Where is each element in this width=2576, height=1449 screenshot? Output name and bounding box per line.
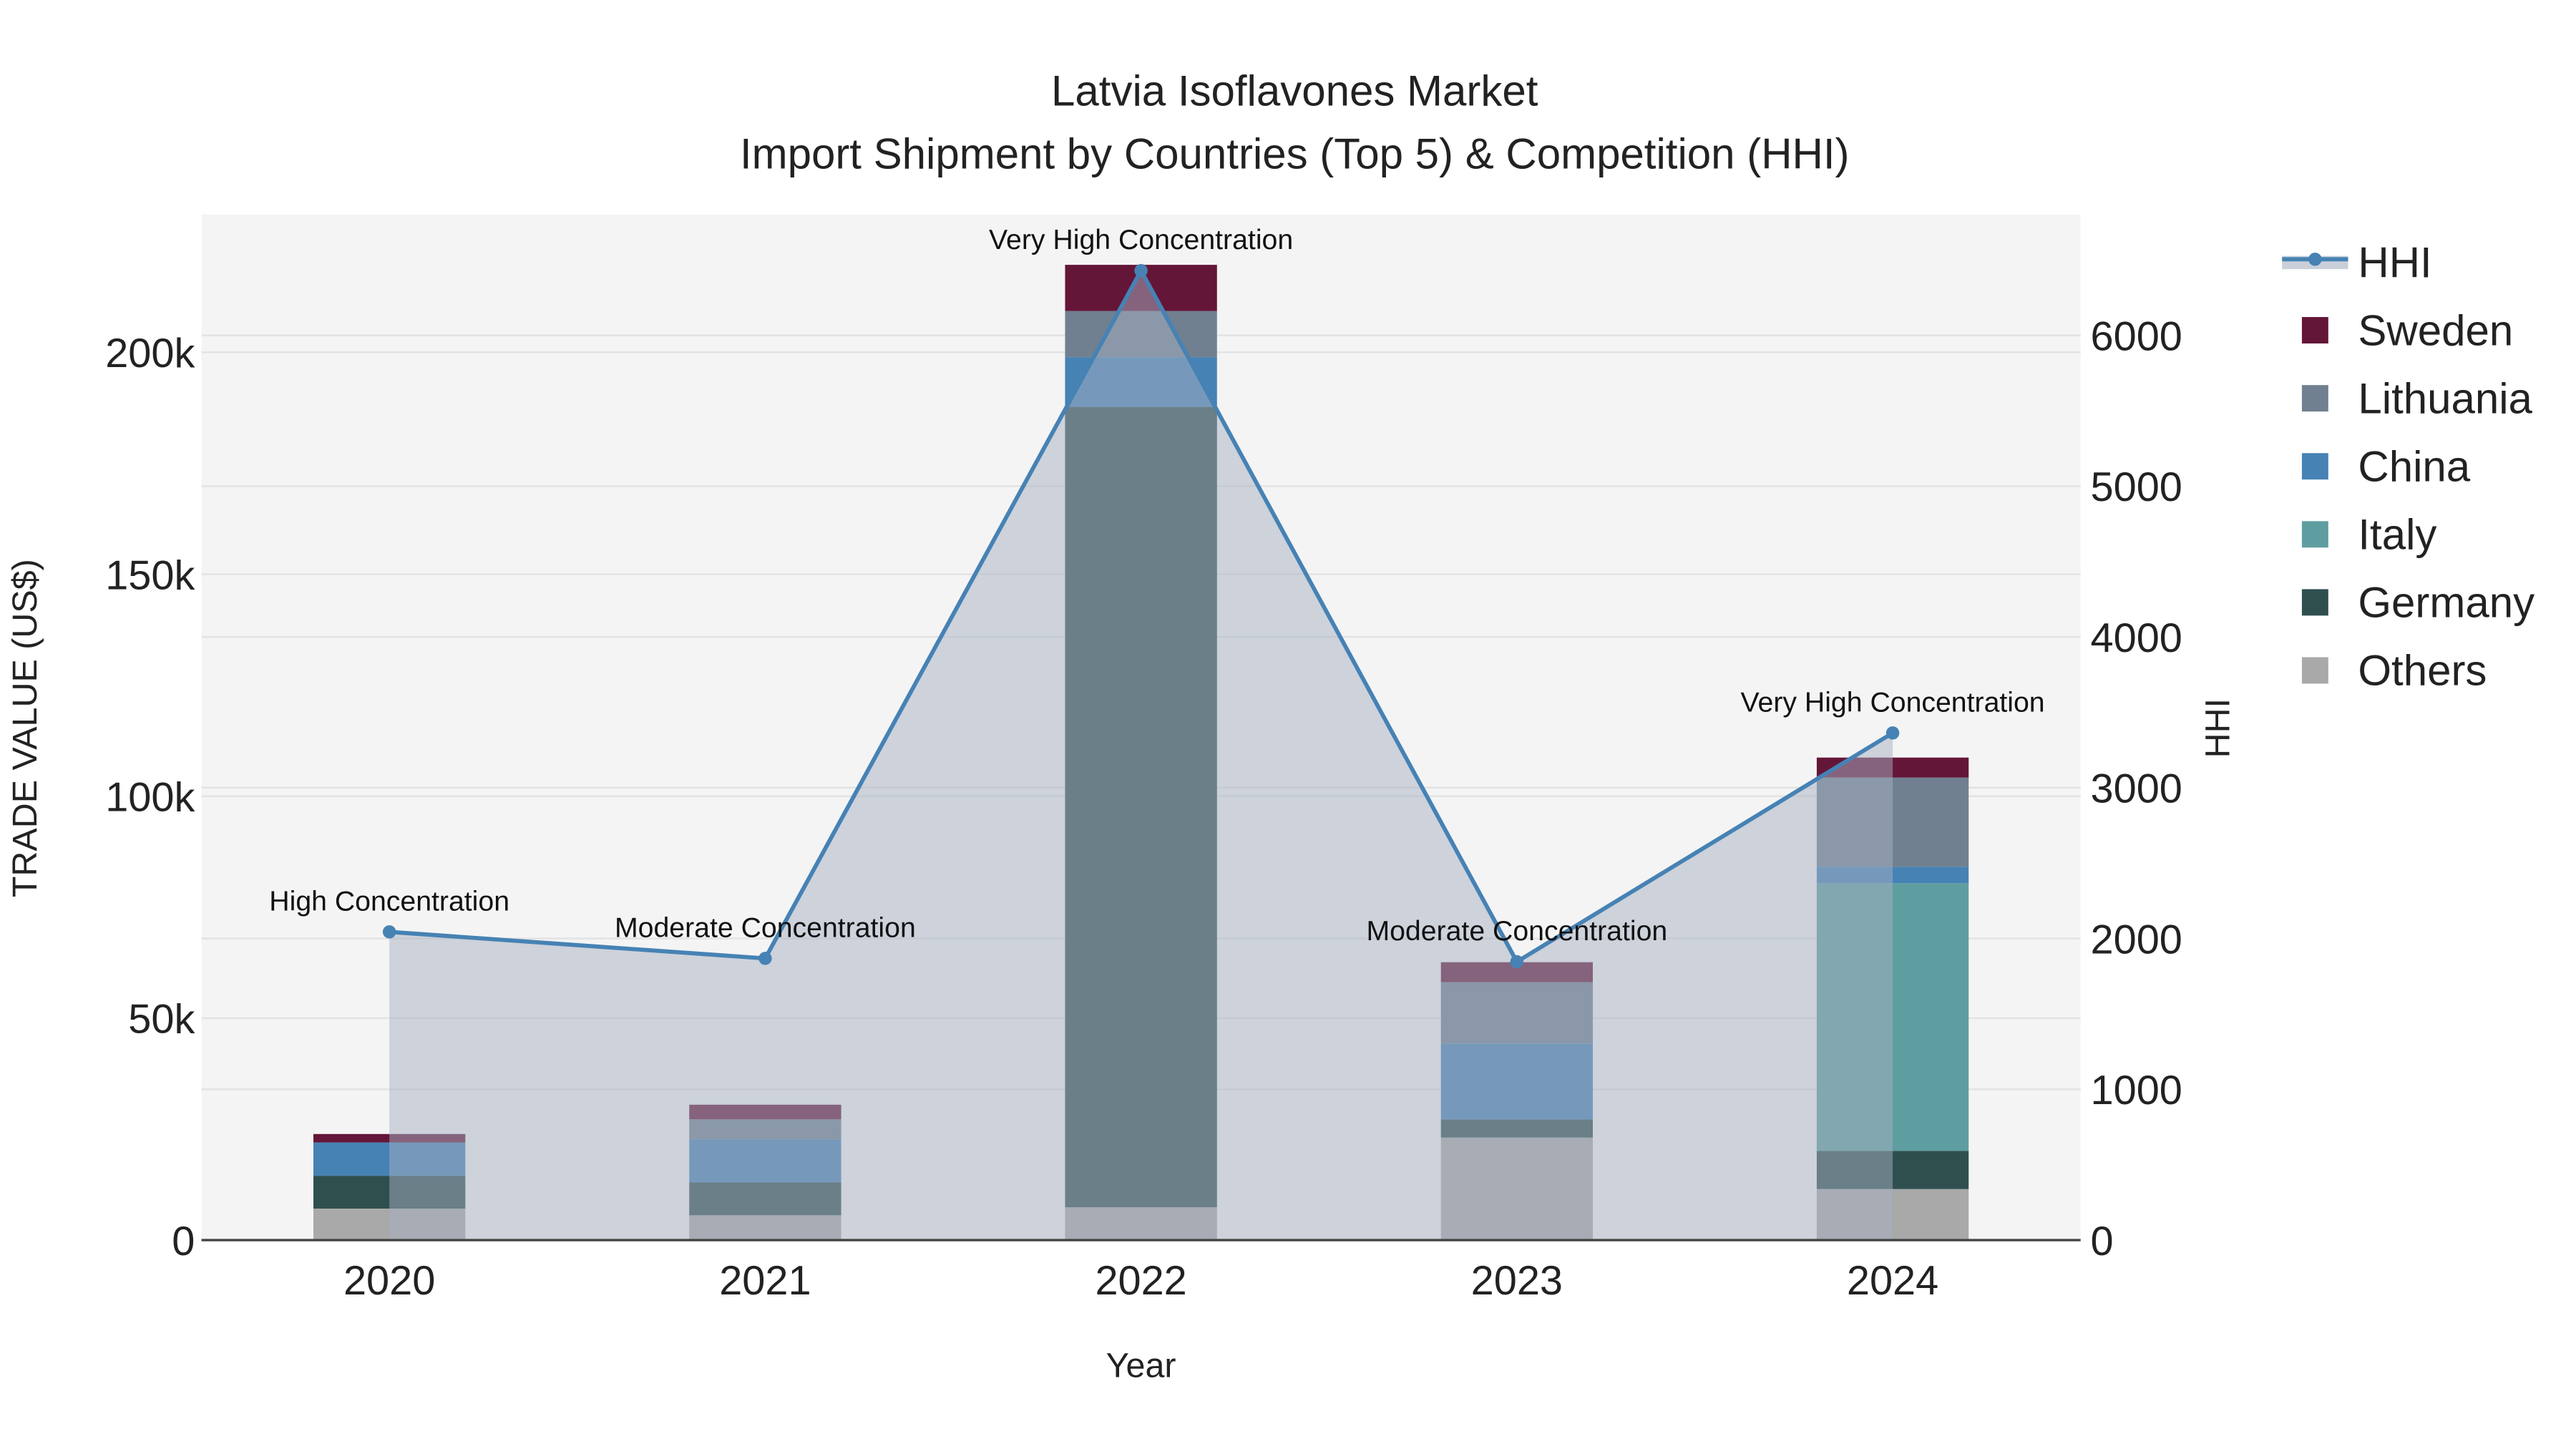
chart: High Concentration Moderate Concentration… [6, 67, 2534, 1385]
y-tick-label: 100k [105, 774, 195, 820]
legend-swatch-others [2301, 657, 2328, 684]
legend-swatch-germany [2301, 589, 2328, 616]
y-tick-label: 0 [172, 1219, 195, 1264]
y-tick-label: 150k [105, 552, 195, 598]
hhi-annotation: Very High Concentration [989, 224, 1293, 255]
x-tick-label: 2024 [1847, 1258, 1938, 1304]
y2-tick-label: 0 [2091, 1219, 2114, 1264]
legend-swatch-china [2301, 453, 2328, 480]
hhi-point [382, 925, 396, 939]
hhi-point [1510, 955, 1524, 969]
x-tick-label: 2020 [343, 1258, 435, 1304]
hhi-point [1885, 726, 1900, 740]
y2-tick-label: 4000 [2091, 615, 2182, 661]
hhi-annotation: Moderate Concentration [615, 912, 916, 943]
legend-label-others: Others [2358, 647, 2487, 695]
y2-tick-label: 2000 [2091, 917, 2182, 962]
legend-label-lithuania: Lithuania [2358, 374, 2532, 422]
hhi-annotation: Very High Concentration [1741, 686, 2045, 718]
y2-tick-label: 6000 [2091, 313, 2182, 359]
hhi-point [1134, 263, 1148, 278]
legend-swatch-lithuania [2301, 385, 2328, 412]
y-axis-title: TRADE VALUE (US$) [6, 559, 44, 897]
hhi-annotation: High Concentration [269, 885, 509, 917]
legend-swatch-italy [2301, 521, 2328, 548]
legend-label-italy: Italy [2358, 511, 2436, 559]
legend-label-china: China [2358, 442, 2470, 490]
x-tick-label: 2021 [719, 1258, 811, 1304]
hhi-point [758, 952, 772, 965]
legend: HHI Sweden Lithuania China Italy Germany Other… [2282, 239, 2534, 695]
y-tick-label: 200k [105, 331, 195, 376]
chart-subtitle: Import Shipment by Countries (Top 5) & C… [740, 130, 1850, 177]
legend-label-hhi: HHI [2358, 239, 2431, 287]
y2-tick-label: 1000 [2091, 1068, 2182, 1113]
chart-title: Latvia Isoflavones Market [1051, 67, 1538, 115]
y2-tick-label: 3000 [2091, 766, 2182, 812]
hhi-annotation: Moderate Concentration [1366, 915, 1667, 947]
x-tick-label: 2023 [1471, 1258, 1563, 1304]
legend-hhi-marker [2308, 253, 2322, 266]
x-axis-title: Year [1106, 1347, 1176, 1385]
y-tick-label: 50k [128, 997, 195, 1043]
y2-tick-label: 5000 [2091, 464, 2182, 510]
x-tick-label: 2022 [1095, 1258, 1186, 1304]
legend-label-germany: Germany [2358, 579, 2534, 627]
legend-swatch-sweden [2301, 317, 2328, 343]
y2-axis-title: HHI [2198, 698, 2237, 758]
legend-label-sweden: Sweden [2358, 306, 2513, 354]
